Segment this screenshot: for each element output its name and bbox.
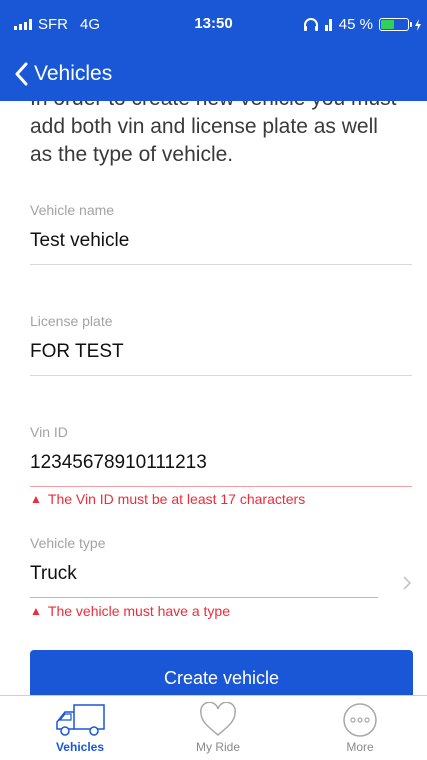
more-icon — [343, 703, 377, 737]
back-label: Vehicles — [34, 61, 113, 85]
chevron-left-icon — [15, 62, 28, 85]
create-vehicle-button[interactable]: Create vehicle — [30, 650, 413, 695]
license-plate-label: License plate — [30, 313, 113, 329]
vin-id-error-text: The Vin ID must be at least 17 character… — [47, 491, 306, 507]
license-plate-underline — [30, 375, 412, 376]
license-plate-field[interactable]: License plate FOR TEST — [30, 313, 412, 376]
vehicle-name-label: Vehicle name — [30, 202, 115, 218]
battery-fill — [381, 20, 394, 29]
form-content[interactable]: In order to create new vehicle you must … — [0, 101, 427, 695]
tab-more[interactable]: More — [305, 702, 415, 760]
vin-id-label: Vin ID — [30, 424, 68, 440]
vin-id-input[interactable]: 12345678910111213 — [30, 452, 412, 474]
truck-icon — [56, 704, 105, 736]
vehicle-type-error: ▲ The vehicle must have a type — [30, 603, 230, 619]
vin-id-underline — [30, 486, 412, 487]
tab-my-ride-label: My Ride — [195, 740, 240, 754]
vehicle-type-field[interactable]: Vehicle type Truck — [30, 535, 412, 598]
tab-bar: Vehicles My Ride More — [0, 695, 427, 760]
vin-id-field[interactable]: Vin ID 12345678910111213 — [30, 424, 412, 487]
warning-icon: ▲ — [30, 604, 42, 618]
battery-percent: 45 % — [338, 16, 373, 33]
tab-more-label: More — [346, 740, 374, 754]
nav-bar: Vehicles — [0, 46, 427, 101]
status-bar: SFR 4G 13:50 45 % — [0, 0, 427, 46]
intro-text: In order to create new vehicle you must … — [30, 101, 397, 166]
chevron-right-icon[interactable] — [402, 575, 412, 591]
bluetooth-signal-icon — [324, 18, 332, 31]
vehicle-type-error-text: The vehicle must have a type — [47, 603, 230, 619]
vehicle-name-underline — [30, 264, 412, 265]
vehicle-type-select[interactable]: Truck — [30, 563, 412, 585]
tab-vehicles-label: Vehicles — [55, 740, 105, 754]
battery-icon — [379, 18, 412, 31]
vehicle-name-input[interactable]: Test vehicle — [30, 230, 412, 252]
warning-icon: ▲ — [30, 492, 42, 506]
header: SFR 4G 13:50 45 % Vehicles — [0, 0, 427, 101]
vin-id-error: ▲ The Vin ID must be at least 17 charact… — [30, 491, 305, 507]
charging-icon — [415, 18, 421, 31]
heart-icon — [200, 702, 236, 736]
tab-vehicles[interactable]: Vehicles — [25, 702, 135, 760]
vehicle-type-underline — [30, 597, 378, 598]
vehicle-type-label: Vehicle type — [30, 535, 106, 551]
status-right: 45 % — [303, 16, 421, 33]
license-plate-input[interactable]: FOR TEST — [30, 341, 412, 363]
vehicle-name-field[interactable]: Vehicle name Test vehicle — [30, 202, 412, 265]
headphones-icon — [303, 18, 318, 31]
tab-my-ride[interactable]: My Ride — [163, 702, 273, 760]
back-button[interactable]: Vehicles — [14, 62, 112, 86]
